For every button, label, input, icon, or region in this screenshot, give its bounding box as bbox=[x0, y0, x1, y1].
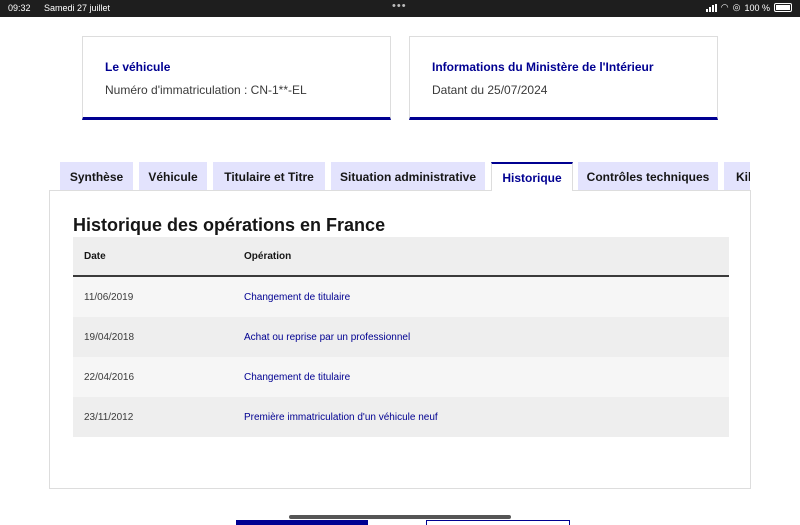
status-bar: 09:32 Samedi 27 juillet ••• ◠ ◎ 100 % bbox=[0, 0, 800, 17]
table-row: 22/04/2016 Changement de titulaire bbox=[73, 357, 729, 397]
row-operation: Première immatriculation d'un véhicule n… bbox=[244, 412, 438, 423]
ministry-card: Informations du Ministère de l'Intérieur… bbox=[409, 36, 718, 120]
history-panel: Historique des opérations en France Date… bbox=[49, 190, 751, 489]
table-header: Date Opération bbox=[73, 237, 729, 277]
row-date: 23/11/2012 bbox=[84, 412, 134, 423]
tab-synthese[interactable]: Synthèse bbox=[60, 162, 133, 191]
wifi-icon: ◠ bbox=[720, 2, 729, 12]
location-icon: ◎ bbox=[732, 2, 741, 12]
status-indicators: ◠ ◎ 100 % bbox=[705, 2, 792, 13]
column-header-operation: Opération bbox=[244, 251, 292, 262]
history-table: Date Opération 11/06/2019 Changement de … bbox=[73, 237, 729, 437]
table-row: 23/11/2012 Première immatriculation d'un… bbox=[73, 397, 729, 437]
tab-historique[interactable]: Historique bbox=[491, 162, 573, 191]
vehicle-card: Le véhicule Numéro d'immatriculation : C… bbox=[82, 36, 391, 120]
history-title: Historique des opérations en France bbox=[73, 215, 386, 235]
battery-icon bbox=[774, 3, 792, 12]
row-operation: Changement de titulaire bbox=[244, 372, 351, 383]
row-date: 22/04/2016 bbox=[84, 372, 135, 383]
signal-icon bbox=[705, 3, 717, 12]
row-operation: Achat ou reprise par un professionnel bbox=[244, 332, 411, 343]
registration-number: Numéro d'immatriculation : CN-1**-EL bbox=[105, 83, 307, 97]
table-row: 11/06/2019 Changement de titulaire bbox=[73, 277, 729, 317]
bottom-primary-button[interactable] bbox=[236, 520, 368, 525]
tab-bar: Synthèse Véhicule Titulaire et Titre Sit… bbox=[60, 162, 750, 191]
ministry-date: Datant du 25/07/2024 bbox=[432, 83, 548, 97]
status-time: 09:32 bbox=[8, 3, 31, 13]
row-operation: Changement de titulaire bbox=[244, 292, 351, 303]
tab-kilometrage[interactable]: Kilo bbox=[724, 162, 750, 191]
vehicle-card-title: Le véhicule bbox=[105, 60, 171, 74]
bottom-secondary-button[interactable] bbox=[426, 520, 570, 525]
table-row: 19/04/2018 Achat ou reprise par un profe… bbox=[73, 317, 729, 357]
battery-label: 100 % bbox=[744, 2, 770, 13]
tab-situation-administrative[interactable]: Situation administrative bbox=[331, 162, 485, 191]
row-date: 11/06/2019 bbox=[84, 292, 134, 303]
column-header-date: Date bbox=[84, 251, 106, 262]
multitasking-dots-icon[interactable]: ••• bbox=[392, 0, 407, 12]
tab-controles-techniques[interactable]: Contrôles techniques bbox=[578, 162, 718, 191]
tab-vehicule[interactable]: Véhicule bbox=[139, 162, 207, 191]
row-date: 19/04/2018 bbox=[84, 332, 135, 343]
tab-titulaire[interactable]: Titulaire et Titre bbox=[213, 162, 325, 191]
ministry-card-title: Informations du Ministère de l'Intérieur bbox=[432, 60, 654, 74]
home-indicator[interactable] bbox=[289, 515, 511, 519]
status-date: Samedi 27 juillet bbox=[44, 3, 111, 13]
